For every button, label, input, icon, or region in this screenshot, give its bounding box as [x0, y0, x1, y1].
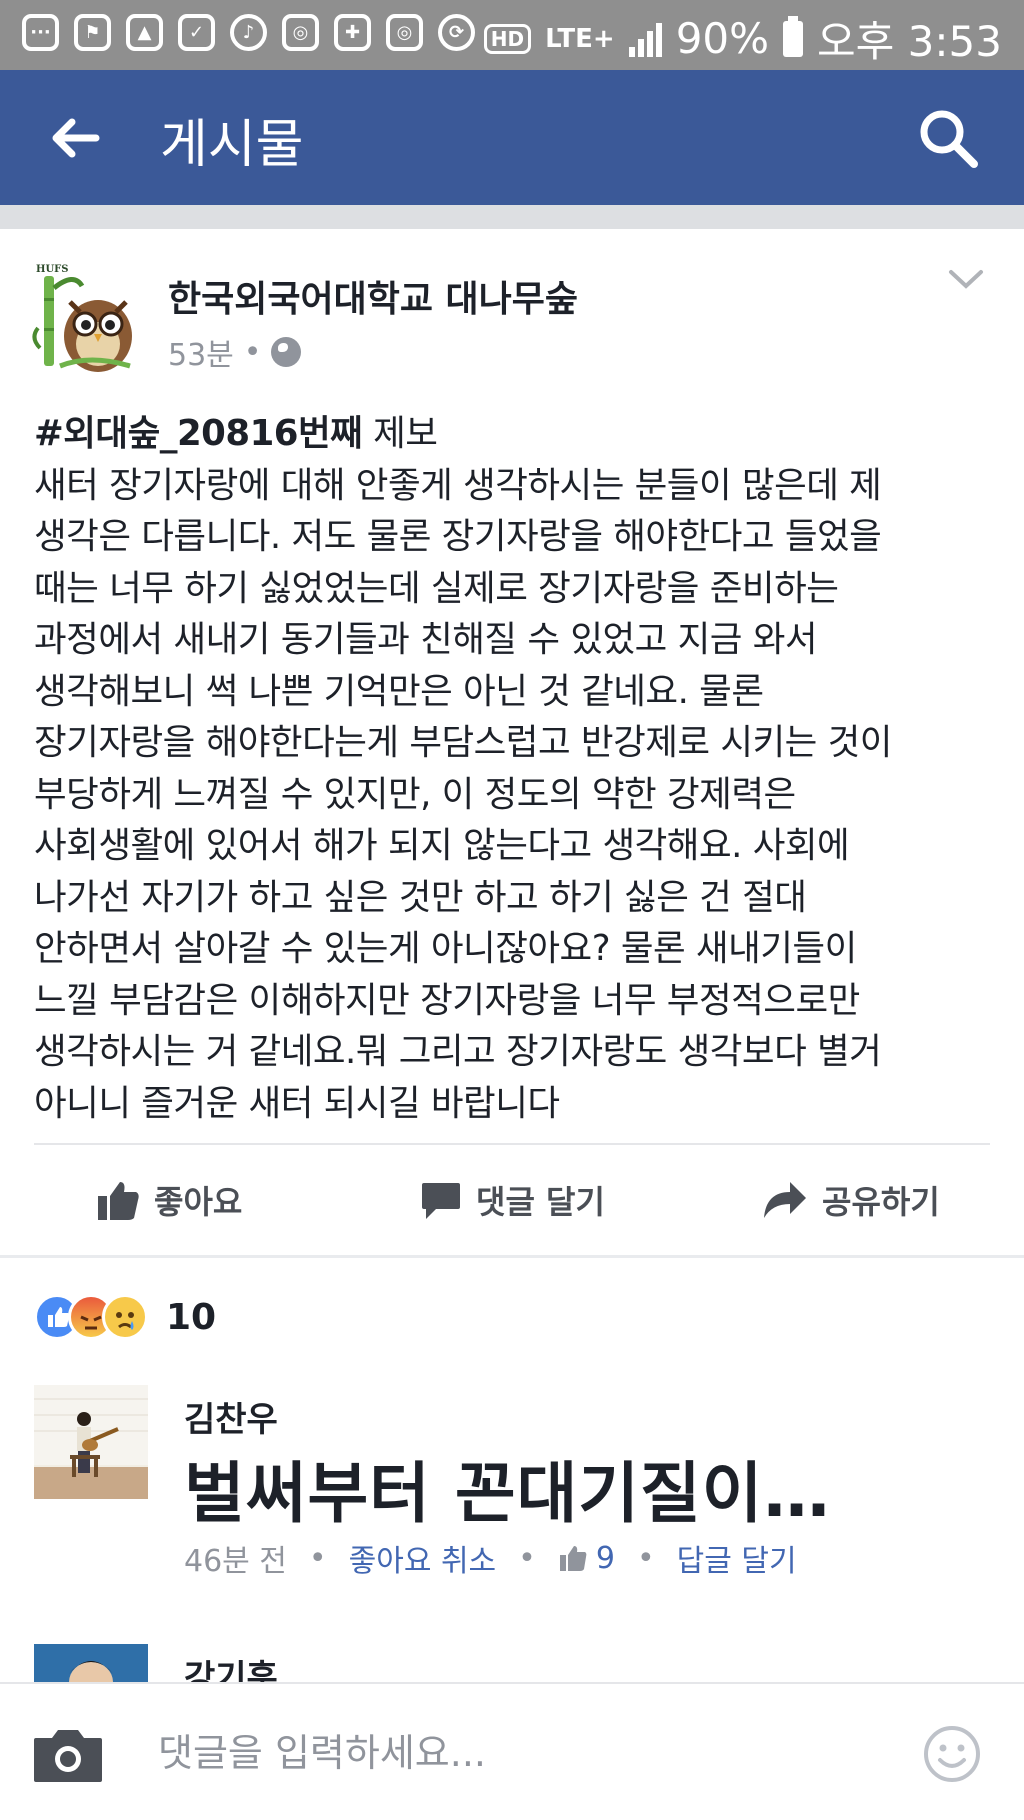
- comment-likes[interactable]: 9: [558, 1541, 615, 1576]
- status-bar: ··· ⚑ ▲ ✓ ♪ ◎ ✚ ◎ ⟳ HD LTE+ 90% 오후 3:53: [0, 0, 1024, 70]
- stage-photo-icon: [34, 1385, 148, 1499]
- comment-meta: 46분 전 • 좋아요 취소 • 9 • 답글 달기: [184, 1536, 797, 1580]
- share-arrow-icon: [764, 1182, 806, 1218]
- comment-time: 46분 전: [184, 1544, 287, 1579]
- sad-reaction-icon: [102, 1294, 148, 1340]
- owl-bamboo-logo-icon: HUFS: [30, 258, 148, 376]
- section-divider: [0, 205, 1024, 229]
- camera-icon[interactable]: [32, 1726, 104, 1784]
- commenter-name[interactable]: 김찬우: [184, 1392, 278, 1441]
- notification-icons: ··· ⚑ ▲ ✓ ♪ ◎ ✚ ◎ ⟳: [22, 14, 475, 51]
- post-hashtag-suffix: 제보: [362, 413, 438, 454]
- image-notification-icon: ▲: [126, 14, 163, 51]
- instagram-notification-icon: ◎: [386, 14, 423, 51]
- like-button[interactable]: 좋아요: [96, 1170, 242, 1230]
- meta-separator: •: [518, 1540, 536, 1576]
- download-notification-icon: ✓: [178, 14, 215, 51]
- thumbs-up-icon: [559, 1546, 587, 1571]
- post-divider: [34, 1143, 990, 1145]
- flag-notification-icon: ⚑: [74, 14, 111, 51]
- comment-like-count: 9: [595, 1540, 615, 1576]
- commenter-avatar[interactable]: [34, 1385, 148, 1499]
- sync-notification-icon: ⟳: [438, 14, 475, 51]
- page-avatar[interactable]: HUFS: [30, 258, 148, 376]
- network-type-label: LTE+: [545, 23, 615, 54]
- reaction-count: 10: [166, 1296, 217, 1338]
- post-meta: 53분 •: [168, 330, 302, 374]
- post-hashtag[interactable]: #외대숲_20816번째: [34, 413, 363, 454]
- reply-button[interactable]: 답글 달기: [677, 1536, 797, 1580]
- message-notification-icon: ···: [22, 14, 59, 51]
- meta-separator: •: [308, 1540, 327, 1576]
- clock: 오후 3:53: [817, 17, 1002, 66]
- battery-icon: [783, 15, 804, 57]
- avatar-logo-text: HUFS: [36, 264, 69, 275]
- comment-button[interactable]: 댓글 달기: [420, 1170, 605, 1230]
- comment-text: 벌써부터 꼰대기질이…: [184, 1455, 831, 1532]
- page-title: 게시물: [160, 115, 304, 175]
- thumbs-up-icon: [98, 1182, 139, 1220]
- music-notification-icon: ♪: [230, 14, 267, 51]
- battery-saver-notification-icon: ✚: [334, 14, 371, 51]
- signal-strength-icon: [628, 21, 662, 57]
- chevron-down-icon[interactable]: [948, 268, 984, 290]
- share-button[interactable]: 공유하기: [762, 1170, 940, 1230]
- back-arrow-icon[interactable]: [46, 108, 106, 168]
- commenter-name[interactable]: 강기훈: [184, 1650, 278, 1682]
- comment-composer: [0, 1682, 1024, 1820]
- post-text: 새터 장기자랑에 대해 안좋게 생각하시는 분들이 많은데 제 생각은 다릅니다…: [34, 464, 892, 1124]
- system-indicators: HD LTE+ 90% 오후 3:53: [483, 8, 1002, 69]
- public-globe-icon: [271, 337, 302, 367]
- comment-bubble-icon: [422, 1183, 460, 1219]
- hd-voice-icon: HD: [483, 23, 532, 54]
- comment-label: 댓글 달기: [476, 1183, 605, 1221]
- profile-photo-icon: [34, 1644, 148, 1682]
- instagram-notification-icon: ◎: [282, 14, 319, 51]
- search-icon[interactable]: [916, 106, 980, 170]
- meta-separator: •: [636, 1540, 655, 1576]
- actions-divider: [0, 1255, 1024, 1258]
- commenter-avatar[interactable]: [34, 1644, 148, 1682]
- meta-separator: •: [243, 334, 262, 370]
- emoji-smiley-icon[interactable]: [922, 1724, 982, 1784]
- unlike-button[interactable]: 좋아요 취소: [349, 1536, 497, 1580]
- comment-input[interactable]: [158, 1718, 878, 1788]
- reactions-summary[interactable]: 10: [34, 1292, 216, 1342]
- post-time[interactable]: 53분: [168, 330, 234, 374]
- page-name[interactable]: 한국외국어대학교 대나무숲: [168, 270, 578, 322]
- app-bar: 게시물: [0, 70, 1024, 205]
- battery-percent: 90%: [675, 14, 770, 63]
- like-label: 좋아요: [154, 1183, 243, 1221]
- share-label: 공유하기: [822, 1183, 940, 1221]
- post-body: #외대숲_20816번째 제보 새터 장기자랑에 대해 안좋게 생각하시는 분들…: [34, 408, 994, 1129]
